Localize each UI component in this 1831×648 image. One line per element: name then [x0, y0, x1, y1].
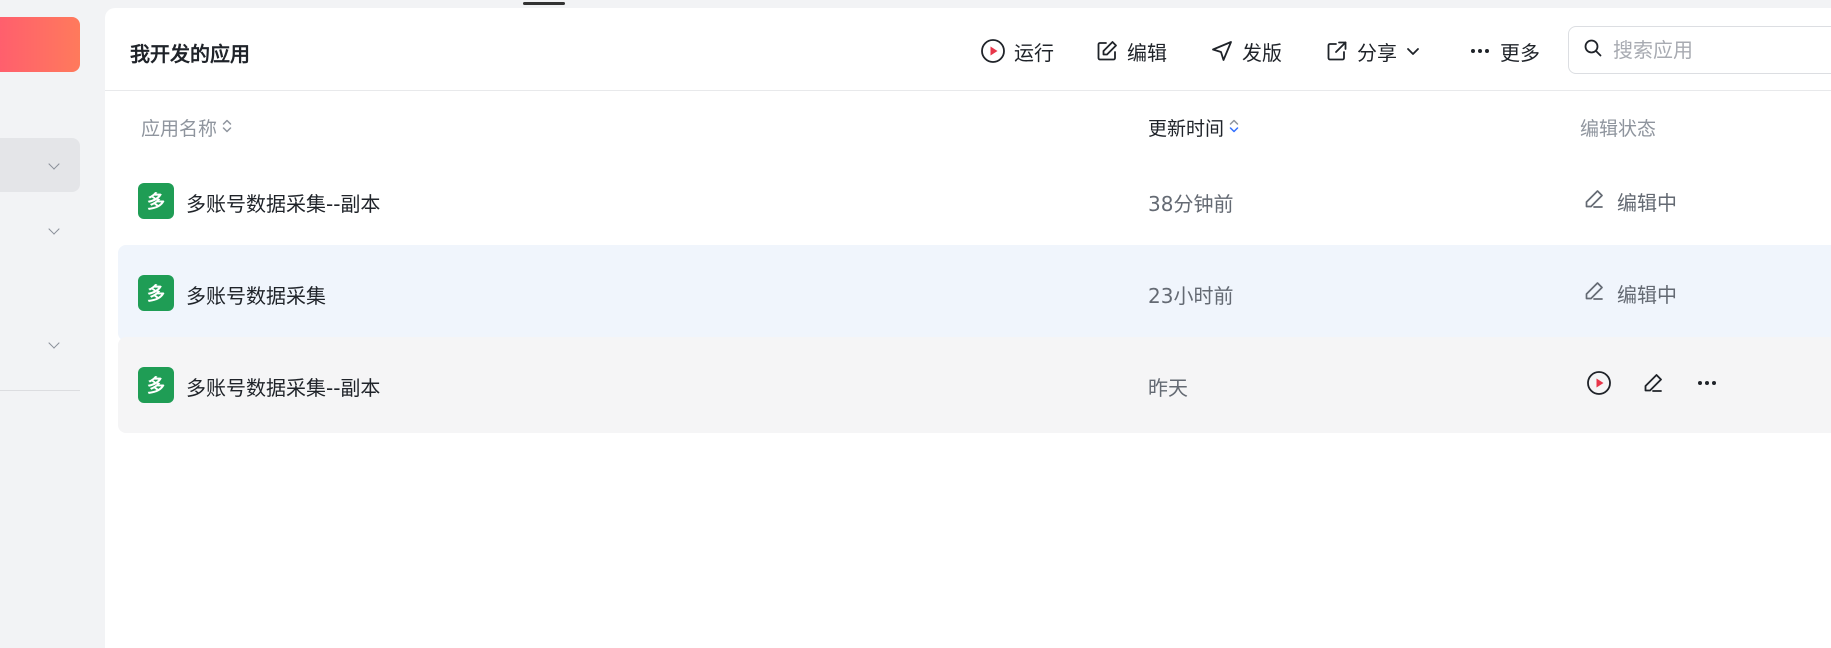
- column-header-name[interactable]: 应用名称: [141, 114, 233, 141]
- search-box[interactable]: [1568, 26, 1831, 74]
- column-status-label: 编辑状态: [1580, 118, 1657, 140]
- header: 我开发的应用 运行 编辑 发版 分享 更多 搜索应用: [105, 8, 1831, 91]
- ellipsis-icon: [1695, 371, 1719, 399]
- sort-icon[interactable]: [1228, 117, 1240, 139]
- chevron-down-icon: [1405, 43, 1421, 59]
- status-label: 编辑中: [1617, 190, 1677, 215]
- sidebar: [0, 0, 105, 634]
- sidebar-group-1[interactable]: [0, 138, 80, 192]
- app-icon: 多: [138, 183, 174, 219]
- run-button[interactable]: 运行: [980, 34, 1054, 68]
- table-row[interactable]: 多 多账号数据采集--副本 昨天: [118, 337, 1831, 433]
- pencil-icon: [1642, 372, 1664, 398]
- sidebar-group-2[interactable]: [0, 203, 80, 257]
- row-actions: [1583, 367, 1723, 403]
- column-header-status: 编辑状态: [1580, 114, 1656, 141]
- sidebar-group-3[interactable]: [0, 317, 80, 371]
- send-arrow-icon: [1210, 39, 1234, 63]
- app-edit-status: 编辑中: [1583, 183, 1677, 219]
- edit-label: 编辑: [1127, 40, 1167, 65]
- column-updated-label: 更新时间: [1148, 118, 1225, 140]
- sidebar-divider: [0, 390, 80, 391]
- search-icon: [1583, 38, 1603, 62]
- app-name[interactable]: 多账号数据采集--副本: [186, 188, 380, 217]
- more-label: 更多: [1500, 40, 1540, 65]
- window-drag-indicator[interactable]: [523, 2, 565, 5]
- table-row[interactable]: 多 多账号数据采集 23小时前 编辑中: [118, 245, 1831, 341]
- publish-label: 发版: [1242, 40, 1282, 65]
- row-run-button[interactable]: [1583, 369, 1615, 401]
- table-row[interactable]: 多 多账号数据采集--副本 38分钟前 编辑中: [118, 153, 1831, 249]
- app-name[interactable]: 多账号数据采集: [186, 280, 326, 309]
- sort-icon[interactable]: [221, 117, 233, 139]
- play-circle-icon: [980, 38, 1006, 64]
- column-header-updated[interactable]: 更新时间: [1148, 114, 1240, 141]
- app-updated-time: 昨天: [1148, 376, 1188, 400]
- play-circle-icon: [1586, 370, 1612, 400]
- column-name-label: 应用名称: [141, 118, 218, 140]
- app-name[interactable]: 多账号数据采集--副本: [186, 372, 380, 401]
- app-icon: 多: [138, 367, 174, 403]
- chevron-down-icon: [48, 223, 60, 235]
- pencil-icon: [1583, 188, 1605, 215]
- app-updated-time: 38分钟前: [1148, 192, 1234, 216]
- share-button[interactable]: 分享: [1325, 34, 1421, 68]
- app-updated-time: 23小时前: [1148, 284, 1234, 308]
- main-panel: 我开发的应用 运行 编辑 发版 分享 更多 搜索应用 应用名称 更新时间 编辑状…: [105, 8, 1831, 648]
- ellipsis-icon: [1468, 39, 1492, 63]
- pencil-square-icon: [1095, 39, 1119, 63]
- row-edit-button[interactable]: [1637, 369, 1669, 401]
- share-label: 分享: [1357, 40, 1397, 65]
- chevron-down-icon: [48, 337, 60, 349]
- app-edit-status: 编辑中: [1583, 275, 1677, 311]
- app-icon: 多: [138, 275, 174, 311]
- run-label: 运行: [1014, 40, 1054, 65]
- external-link-icon: [1325, 39, 1349, 63]
- publish-button[interactable]: 发版: [1210, 34, 1282, 68]
- row-more-button[interactable]: [1691, 369, 1723, 401]
- pencil-icon: [1583, 280, 1605, 307]
- page-title: 我开发的应用: [130, 42, 250, 66]
- status-label: 编辑中: [1617, 282, 1677, 307]
- search-input[interactable]: [1613, 38, 1831, 62]
- create-app-button[interactable]: [0, 17, 80, 72]
- chevron-down-icon: [48, 158, 60, 170]
- more-button[interactable]: 更多: [1468, 34, 1540, 68]
- edit-button[interactable]: 编辑: [1095, 34, 1167, 68]
